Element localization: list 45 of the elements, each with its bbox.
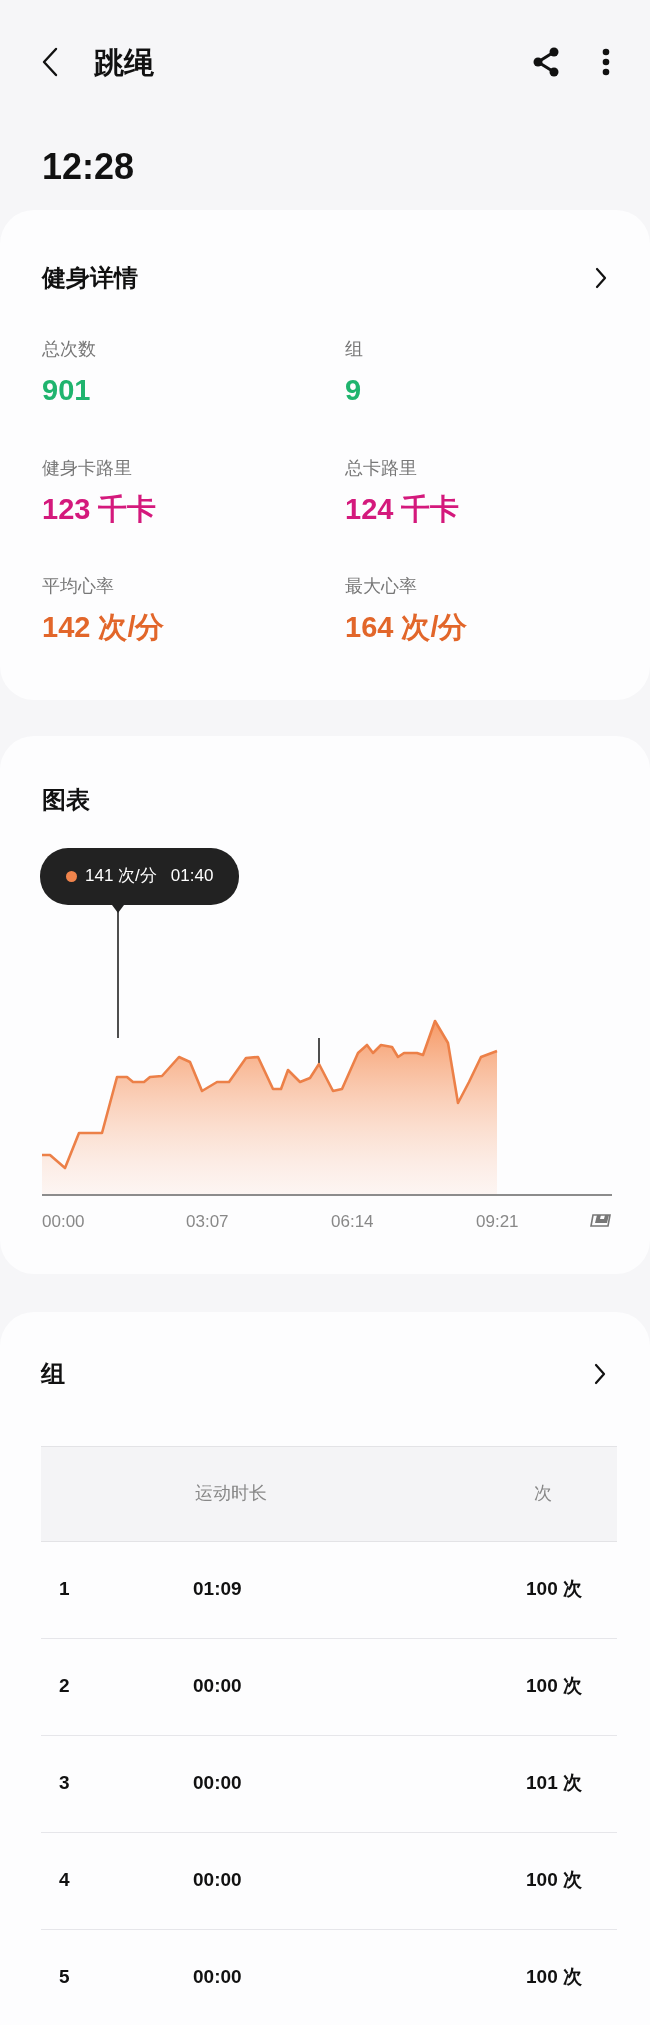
axis-label: 09:21 — [476, 1210, 519, 1233]
stat-label: 平均心率 — [42, 575, 115, 598]
card-title: 健身详情 — [42, 263, 138, 293]
table-cell-text: 1 — [58, 1577, 71, 1602]
stat-label: 组 — [345, 338, 364, 361]
table-cell-text: 00:00 — [192, 1771, 243, 1796]
stat-value: 9 — [345, 373, 363, 408]
table-cell-text: 101 次 — [525, 1771, 583, 1796]
stat-value: 164 次/分 — [345, 610, 469, 645]
axis-label: 03:07 — [186, 1210, 229, 1233]
column-header: 次 — [533, 1482, 553, 1505]
page-title: 跳绳 — [94, 44, 154, 81]
stat-value: 901 — [42, 373, 92, 408]
chevron-right-icon[interactable] — [594, 267, 608, 289]
table-cell-text: 2 — [58, 1674, 71, 1699]
table-cell-text: 01:09 — [192, 1577, 243, 1602]
workout-time: 12:28 — [42, 145, 135, 189]
stat-label: 最大心率 — [345, 575, 418, 598]
axis-label: 06:14 — [331, 1210, 374, 1233]
table-cell-text: 3 — [58, 1771, 71, 1796]
stat-label: 总卡路里 — [345, 456, 418, 480]
axis-label: 00:00 — [42, 1210, 85, 1233]
table-cell-text: 100 次 — [525, 1868, 583, 1893]
stat-value: 142 次/分 — [42, 610, 166, 645]
stat-label: 总次数 — [42, 338, 97, 361]
more-icon[interactable] — [602, 48, 610, 76]
stat-value: 124 千卡 — [345, 491, 461, 527]
table-cell-text: 100 次 — [525, 1965, 583, 1990]
tooltip-value: 141 次/分 — [85, 865, 157, 888]
chevron-right-icon[interactable] — [593, 1362, 607, 1385]
stat-label: 健身卡路里 — [42, 456, 133, 480]
table-cell-text: 00:00 — [192, 1868, 243, 1893]
back-icon[interactable] — [40, 46, 60, 78]
card-title: 组 — [41, 1358, 65, 1389]
tooltip-time: 01:40 — [170, 865, 214, 888]
card-title: 图表 — [42, 784, 91, 815]
column-header: 运动时长 — [194, 1482, 268, 1505]
table-cell-text: 100 次 — [525, 1577, 583, 1602]
table-cell-text: 100 次 — [525, 1674, 583, 1699]
table-cell-text: 5 — [58, 1965, 71, 1990]
share-icon[interactable] — [532, 47, 560, 77]
table-cell-text: 00:00 — [192, 1674, 243, 1699]
table-cell-text: 4 — [58, 1868, 71, 1893]
stat-value: 123 千卡 — [42, 491, 158, 527]
table-cell-text: 00:00 — [192, 1965, 243, 1990]
